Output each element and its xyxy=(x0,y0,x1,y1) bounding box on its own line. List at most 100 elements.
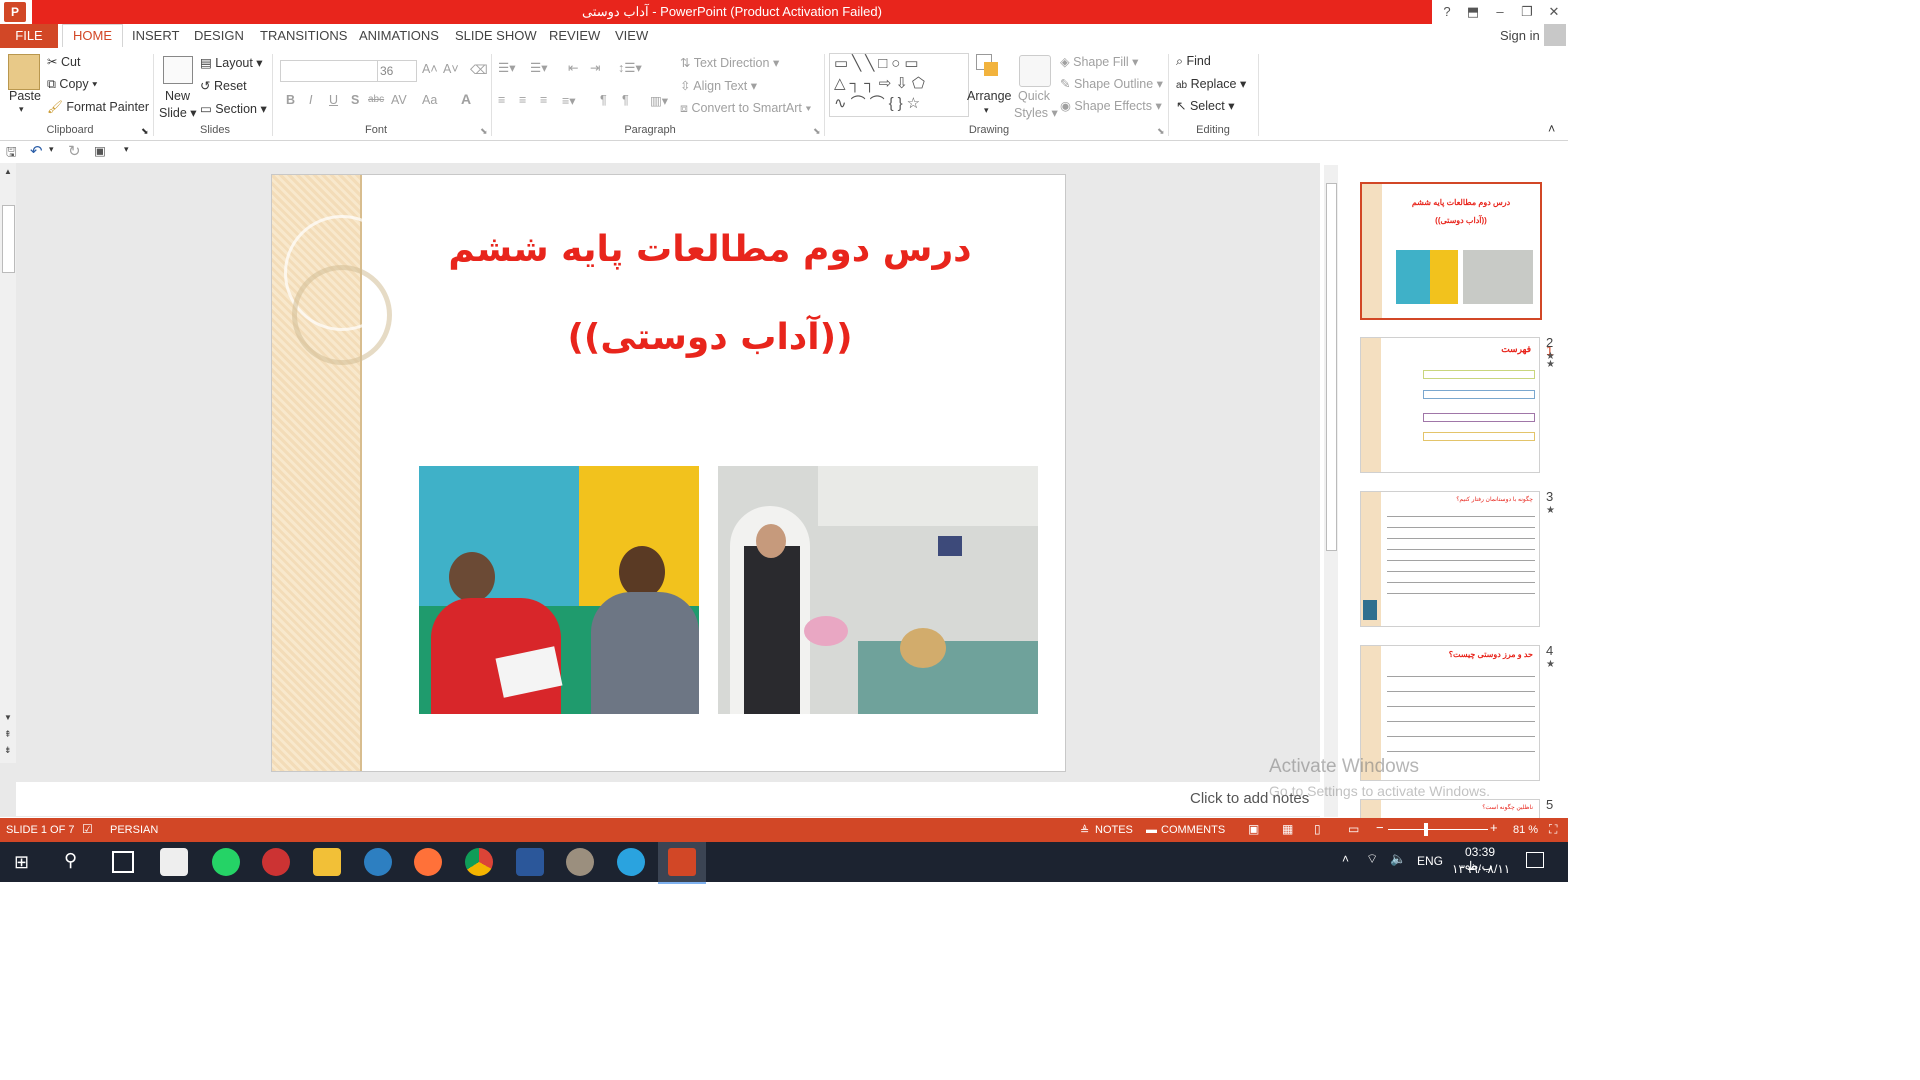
search-icon[interactable]: ⚲ xyxy=(64,850,77,871)
quick-styles-button[interactable]: Quick xyxy=(1018,89,1050,103)
powerpoint-taskbar-button[interactable] xyxy=(658,842,706,884)
paste-icon[interactable] xyxy=(8,54,40,90)
tab-transitions[interactable]: TRANSITIONS xyxy=(260,28,347,43)
normal-view-icon[interactable]: ▣ xyxy=(1248,822,1259,836)
rtl-icon[interactable]: ¶ xyxy=(622,93,629,107)
telegram-icon[interactable] xyxy=(617,848,645,876)
wifi-icon[interactable]: ⌔ xyxy=(1366,851,1378,867)
spell-check-icon[interactable]: ☑ xyxy=(82,822,93,836)
increase-indent-icon[interactable]: ⇥ xyxy=(590,60,600,75)
shapes-gallery[interactable]: ▭╲╲□○▭ △┐┐⇨⇩⬠ ∿⌒⌒{}☆ xyxy=(829,53,969,117)
language-indicator[interactable]: PERSIAN xyxy=(110,824,158,836)
quick-styles-icon[interactable] xyxy=(1019,55,1051,87)
previous-slide-icon[interactable]: ⇞ xyxy=(4,729,12,740)
start-slideshow-icon[interactable]: ▣ xyxy=(94,143,106,158)
photo-boys-talking[interactable] xyxy=(419,466,699,714)
scroll-thumb[interactable] xyxy=(2,205,15,273)
tab-view[interactable]: VIEW xyxy=(615,28,648,43)
slide-thumbnail-5[interactable]: ناظلین چگونه است؟ xyxy=(1360,799,1540,818)
tray-chevron-icon[interactable]: ˄ xyxy=(1342,852,1349,866)
close-icon[interactable]: ✕ xyxy=(1543,2,1565,22)
tab-slide-show[interactable]: SLIDE SHOW xyxy=(455,28,537,43)
slide-canvas[interactable]: درس دوم مطالعات پایه ششم ((آداب دوستی)) xyxy=(271,174,1066,772)
zoom-in-icon[interactable]: + xyxy=(1490,820,1498,835)
comment-icon[interactable]: ▬ xyxy=(1146,824,1157,836)
copy-button[interactable]: ⧉ Copy ▾ xyxy=(47,77,97,92)
slide-thumbnail-2[interactable]: فهرست xyxy=(1360,337,1540,473)
slide-sorter-icon[interactable]: ▦ xyxy=(1282,822,1293,836)
windows-start-icon[interactable]: ⊞ xyxy=(14,852,34,872)
replace-button[interactable]: ab Replace ▾ xyxy=(1176,76,1246,91)
align-right-icon[interactable]: ≡ xyxy=(540,93,547,107)
cut-button[interactable]: ✂ Cut xyxy=(47,54,80,69)
powerpoint-logo-icon[interactable]: P xyxy=(4,2,26,22)
clipboard-launcher-icon[interactable]: ⬊ xyxy=(141,126,149,137)
zoom-out-icon[interactable]: − xyxy=(1376,820,1384,835)
firefox-icon[interactable] xyxy=(414,848,442,876)
notification-icon[interactable] xyxy=(1526,852,1544,868)
arrange-icon[interactable] xyxy=(976,54,1002,84)
new-slide-dropdown[interactable]: Slide ▾ xyxy=(159,105,197,120)
ltr-icon[interactable]: ¶ xyxy=(600,93,607,107)
paste-dropdown-icon[interactable]: ▾ xyxy=(19,104,24,115)
tab-file[interactable]: FILE xyxy=(0,24,58,48)
paragraph-launcher-icon[interactable]: ⬊ xyxy=(813,126,821,137)
tab-design[interactable]: DESIGN xyxy=(194,28,244,43)
paint-icon[interactable] xyxy=(566,848,594,876)
new-slide-button[interactable]: New xyxy=(165,89,190,103)
zoom-slider[interactable] xyxy=(1388,829,1488,830)
find-button[interactable]: ⌕ Find xyxy=(1176,54,1211,69)
italic-button[interactable]: I xyxy=(309,93,312,107)
paste-button[interactable]: Paste xyxy=(9,89,41,103)
thumbnail-scrollbar[interactable] xyxy=(1324,165,1338,817)
undo-icon[interactable]: ↶ xyxy=(30,142,43,160)
change-case-button[interactable]: Aa xyxy=(422,93,437,107)
grow-font-icon[interactable]: A˄ xyxy=(422,62,438,76)
vertical-scrollbar[interactable]: ▲ ▼ ⇞ ⇟ xyxy=(0,163,16,763)
format-painter-button[interactable]: 🖌 Format Painter xyxy=(47,100,149,115)
undo-dropdown-icon[interactable]: ▾ xyxy=(49,144,54,155)
reset-button[interactable]: ↺ Reset xyxy=(200,78,247,93)
redo-icon[interactable]: ↻ xyxy=(68,142,81,160)
font-size-input[interactable]: 36 xyxy=(377,60,417,82)
thumbnail-scroll-thumb[interactable] xyxy=(1326,183,1337,551)
decrease-indent-icon[interactable]: ⇤ xyxy=(568,60,578,75)
layout-button[interactable]: ▤ Layout ▾ xyxy=(200,55,263,70)
zoom-slider-thumb[interactable] xyxy=(1424,823,1428,836)
clock-date[interactable]: ۱۳۹۹/۰۸/۱۱ xyxy=(1452,862,1510,876)
minimize-icon[interactable]: – xyxy=(1489,2,1511,22)
justify-icon[interactable]: ≡▾ xyxy=(562,93,576,108)
comments-button[interactable]: COMMENTS xyxy=(1161,824,1225,836)
ribbon-display-options-icon[interactable]: ⬒ xyxy=(1462,2,1484,22)
slide-thumbnail-3[interactable]: چگونه با دوستانمان رفتار کنیم؟ xyxy=(1360,491,1540,627)
convert-smartart-button[interactable]: ⧈ Convert to SmartArt ▾ xyxy=(680,101,811,116)
tab-animations[interactable]: ANIMATIONS xyxy=(359,28,439,43)
text-direction-button[interactable]: ⇅ Text Direction ▾ xyxy=(680,55,779,70)
tab-home[interactable]: HOME xyxy=(62,24,123,47)
quick-styles-dropdown[interactable]: Styles ▾ xyxy=(1014,105,1058,120)
font-color-button[interactable]: A xyxy=(461,91,471,107)
volume-icon[interactable]: 🔈 xyxy=(1390,851,1406,867)
columns-icon[interactable]: ▥▾ xyxy=(650,93,668,108)
new-slide-icon[interactable] xyxy=(163,56,193,84)
align-left-icon[interactable]: ≡ xyxy=(498,93,505,107)
shape-fill-button[interactable]: ◈ Shape Fill ▾ xyxy=(1060,54,1138,69)
chrome-icon[interactable] xyxy=(465,848,493,876)
character-spacing-button[interactable]: AV xyxy=(391,93,407,107)
help-icon[interactable]: ? xyxy=(1436,2,1458,22)
notes-pane[interactable]: Click to add notes xyxy=(16,782,1320,816)
file-explorer-icon[interactable] xyxy=(313,848,341,876)
select-button[interactable]: ↖ Select ▾ xyxy=(1176,98,1234,113)
scroll-up-icon[interactable]: ▲ xyxy=(4,167,12,176)
next-slide-icon[interactable]: ⇟ xyxy=(4,745,12,756)
pdf-reader-icon[interactable] xyxy=(262,848,290,876)
slide-thumbnail-1[interactable]: درس دوم مطالعات پایه ششم ((آداب دوستی)) xyxy=(1360,182,1542,320)
strikethrough-button[interactable]: abc xyxy=(368,94,384,105)
clear-formatting-icon[interactable]: ⌫ xyxy=(470,62,488,77)
collapse-ribbon-icon[interactable]: ˄ xyxy=(1548,122,1555,136)
line-spacing-icon[interactable]: ↕☰▾ xyxy=(618,60,642,75)
word-icon[interactable] xyxy=(516,848,544,876)
slide-thumbnail-panel[interactable]: درس دوم مطالعات پایه ششم ((آداب دوستی)) … xyxy=(1320,163,1568,818)
shrink-font-icon[interactable]: A˅ xyxy=(443,62,459,76)
task-view-icon[interactable] xyxy=(112,851,134,873)
